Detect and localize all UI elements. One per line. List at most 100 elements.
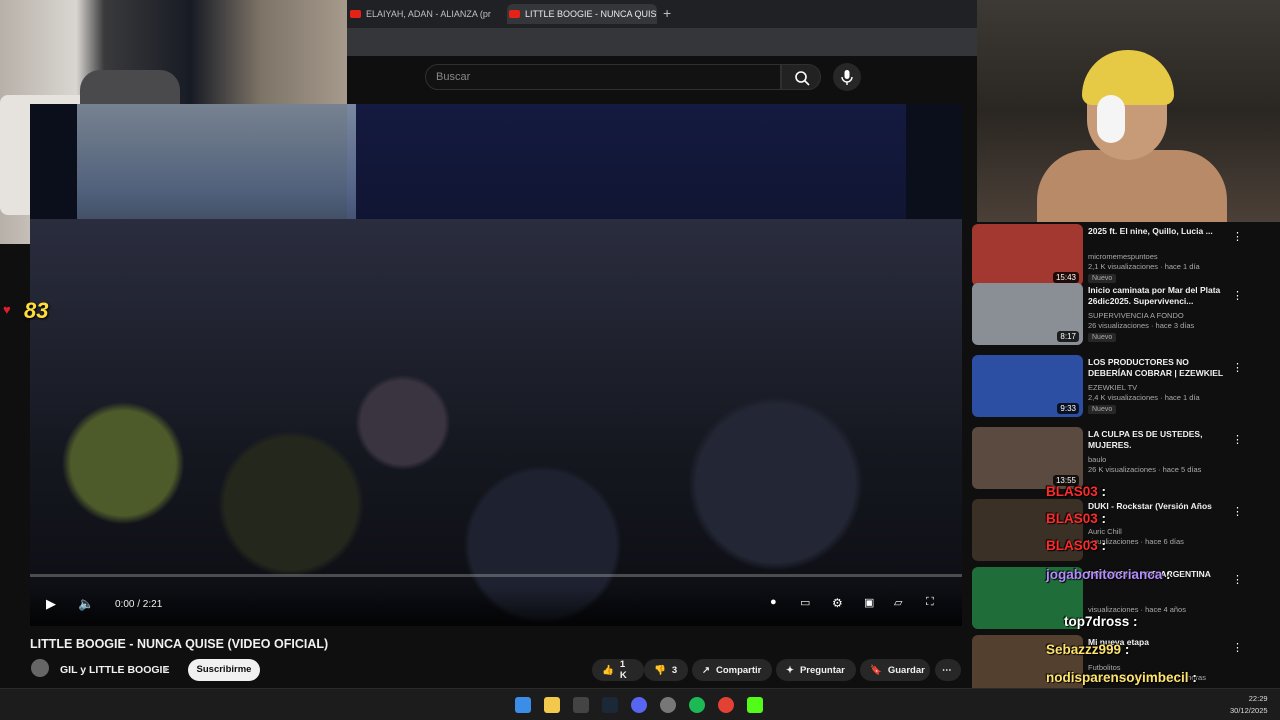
video-thumbnail[interactable]: 8:17 — [972, 283, 1083, 345]
share-icon: ↗ — [702, 664, 710, 676]
system-clock: 22:29 30/12/2025 — [1230, 693, 1268, 717]
webcam-streamer — [977, 0, 1280, 222]
recommendation-meta: visualizaciones · hace 4 años — [1088, 605, 1186, 614]
new-badge: Nuevo — [1088, 405, 1117, 414]
spotify-icon[interactable] — [689, 697, 705, 713]
chat-message: Sebazzz999 : — [1046, 642, 1129, 657]
recommendation-title[interactable]: DUKI - Rockstar (Versión Años — [1088, 501, 1228, 512]
youtube-icon — [509, 10, 520, 18]
volume-icon[interactable]: 🔈 — [78, 596, 94, 612]
recommendation-meta: 26 visualizaciones · hace 3 días — [1088, 321, 1195, 330]
dislike-button[interactable]: 👎 3 — [644, 659, 688, 681]
ask-button[interactable]: ✦ Preguntar — [776, 659, 856, 681]
chat-text: : — [1133, 614, 1138, 629]
kebab-menu-icon[interactable]: ⋮ — [1232, 505, 1243, 518]
kebab-menu-icon[interactable]: ⋮ — [1232, 289, 1243, 302]
cast-icon[interactable]: ▱ — [894, 596, 902, 609]
recommendation-title[interactable]: LOS PRODUCTORES NO DEBERÍAN COBRAR | EZE… — [1088, 357, 1228, 379]
kebab-menu-icon[interactable]: ⋮ — [1232, 573, 1243, 586]
video-thumbnail[interactable]: 13:55 — [972, 427, 1083, 489]
search-icon — [795, 71, 810, 86]
browser-tab-bar: ELAIYAH, ADAN - ALIANZA (pr × LITTLE BOO… — [347, 0, 977, 28]
autoplay-toggle[interactable]: ● — [770, 596, 777, 608]
recommendation-title[interactable]: LA CULPA ES DE USTEDES, MUJERES. — [1088, 429, 1228, 451]
clock-date: 30/12/2025 — [1230, 706, 1268, 715]
channel-avatar[interactable] — [31, 659, 49, 677]
headset — [1097, 95, 1125, 143]
play-button[interactable]: ▶ — [46, 596, 56, 612]
discord-icon[interactable] — [631, 697, 647, 713]
recommendation-item[interactable]: 8:17 Inicio caminata por Mar del Plata 26… — [972, 283, 1272, 351]
thumbs-down-icon: 👎 — [654, 664, 666, 676]
windows-taskbar: 22:29 30/12/2025 — [0, 688, 1280, 720]
chat-text: : — [1192, 670, 1197, 685]
youtube-header: Buscar — [347, 56, 977, 104]
chat-message: nodisparensoyimbecil : — [1046, 670, 1197, 685]
chat-username: nodisparensoyimbecil — [1046, 670, 1189, 685]
search-input[interactable]: Buscar — [425, 64, 781, 90]
address-bar[interactable] — [347, 28, 977, 56]
sparkle-icon: ✦ — [786, 664, 794, 676]
chrome-icon[interactable] — [718, 697, 734, 713]
recommendation-item[interactable]: 9:33 LOS PRODUCTORES NO DEBERÍAN COBRAR |… — [972, 355, 1272, 423]
share-button[interactable]: ↗ Compartir — [692, 659, 772, 681]
recommendation-title[interactable]: 2025 ft. El nine, Quillo, Lucia ... — [1088, 226, 1228, 237]
miniplayer-icon[interactable]: ▣ — [864, 596, 874, 609]
chat-message: BLAS03 : — [1046, 538, 1106, 553]
like-button[interactable]: 👍 1 K — [592, 659, 644, 681]
file-explorer-icon[interactable] — [544, 697, 560, 713]
recommendation-title[interactable]: Inicio caminata por Mar del Plata 26dic2… — [1088, 285, 1228, 307]
recommendation-meta: 2,1 K visualizaciones · hace 1 día — [1088, 262, 1200, 271]
channel-name[interactable]: GIL y LITTLE BOOGIE — [60, 664, 169, 676]
subtitles-icon[interactable]: ▭ — [800, 596, 810, 609]
more-button[interactable]: ⋯ — [935, 659, 961, 681]
recommendation-meta: 26 K visualizaciones · hace 5 días — [1088, 465, 1202, 474]
chat-username: jogabonitocrianca — [1046, 567, 1163, 582]
duration-badge: 15:43 — [1052, 272, 1079, 283]
video-thumbnail[interactable]: 15:43 — [972, 224, 1083, 286]
new-tab-button[interactable]: + — [663, 3, 671, 23]
share-label: Compartir — [715, 664, 762, 676]
bookmark-icon: 🔖 — [870, 664, 882, 676]
recommendation-item[interactable]: DUKI - Rockstar (Versión Años Auric Chill… — [972, 499, 1272, 567]
subscribe-button[interactable]: Suscribirme — [188, 659, 260, 681]
player-controls: ▶ 🔈 0:00 / 2:21 ● ▭ ⚙ ▣ ▱ ⛶ — [30, 574, 962, 626]
chat-text: : — [1101, 538, 1107, 553]
duration-badge: 9:33 — [1057, 403, 1079, 414]
steam-icon[interactable] — [602, 697, 618, 713]
fullscreen-icon[interactable]: ⛶ — [926, 596, 934, 609]
kick-icon[interactable] — [747, 697, 763, 713]
mic-icon — [841, 70, 853, 85]
recommendation-channel: EZEWKIEL TV — [1088, 383, 1138, 392]
clock-time: 22:29 — [1248, 694, 1268, 703]
chat-username: top7dross — [1064, 614, 1130, 629]
chat-message: top7dross : — [1064, 614, 1138, 629]
recommendation-channel: SUPERVIVENCIA A FONDO — [1088, 311, 1184, 320]
search-button[interactable] — [781, 64, 821, 90]
kebab-menu-icon[interactable]: ⋮ — [1232, 361, 1243, 374]
recommendation-channel: micromemespuntoes — [1088, 252, 1158, 261]
tab-elaiyah[interactable]: ELAIYAH, ADAN - ALIANZA (pr × — [350, 4, 500, 24]
kebab-menu-icon[interactable]: ⋮ — [1232, 641, 1243, 654]
crowd-scene — [30, 218, 962, 626]
chat-text: : — [1101, 484, 1107, 499]
tab-little-boogie[interactable]: LITTLE BOOGIE - NUNCA QUIS × — [507, 4, 657, 24]
recommendation-item[interactable]: 15:43 2025 ft. El nine, Quillo, Lucia ...… — [972, 224, 1272, 292]
mic-button[interactable] — [833, 63, 861, 91]
ask-label: Preguntar — [799, 664, 845, 676]
recommendation-item[interactable]: 13:55 LA CULPA ES DE USTEDES, MUJERES. bau… — [972, 427, 1272, 495]
kebab-menu-icon[interactable]: ⋮ — [1232, 230, 1243, 243]
progress-bar[interactable] — [30, 574, 962, 577]
video-thumbnail[interactable]: 9:33 — [972, 355, 1083, 417]
more-icon: ⋯ — [942, 664, 952, 676]
new-badge: Nuevo — [1088, 274, 1117, 283]
obs-icon[interactable] — [660, 697, 676, 713]
start-icon[interactable] — [515, 697, 531, 713]
settings-icon[interactable]: ⚙ — [832, 596, 843, 610]
video-player[interactable]: ▶ 🔈 0:00 / 2:21 ● ▭ ⚙ ▣ ▱ ⛶ — [30, 104, 962, 626]
kebab-menu-icon[interactable]: ⋮ — [1232, 433, 1243, 446]
new-badge: Nuevo — [1088, 333, 1117, 342]
save-button[interactable]: 🔖 Guardar — [860, 659, 930, 681]
epic-games-icon[interactable] — [573, 697, 589, 713]
yellow-beanie — [1082, 50, 1174, 105]
